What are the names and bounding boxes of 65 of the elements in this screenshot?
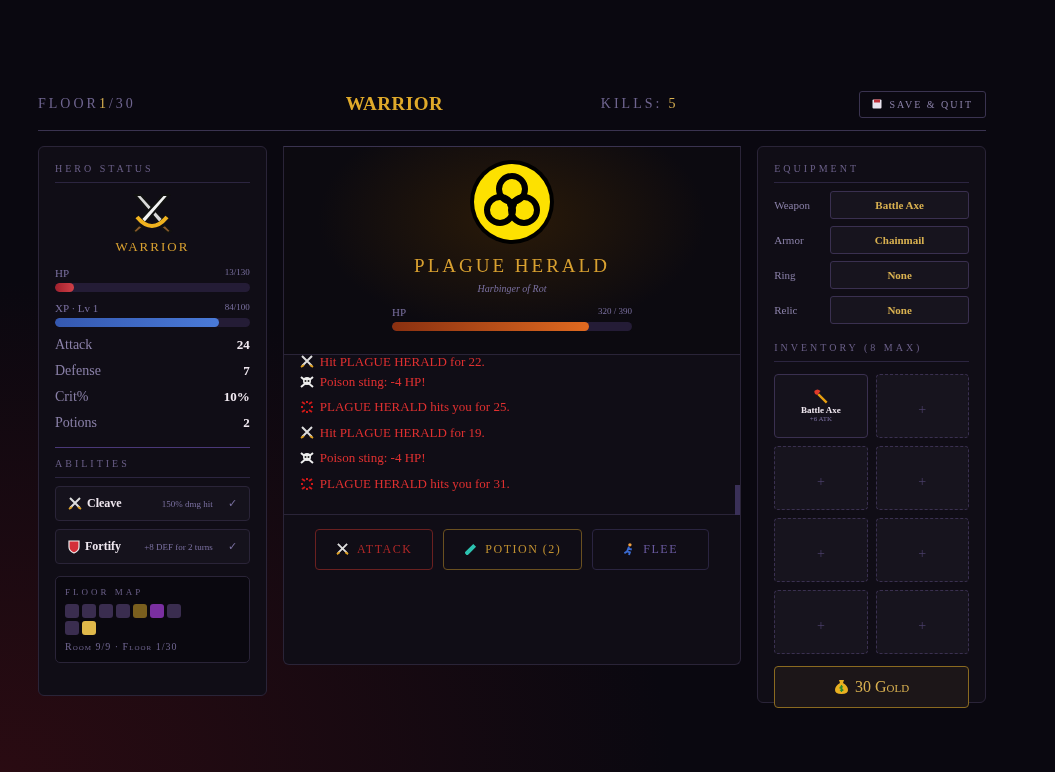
floor-label: FLOOR (38, 96, 99, 111)
map-caption: Room 9/9 · Floor 1/30 (65, 641, 179, 652)
kills-count: 5 (668, 96, 679, 111)
flee-button[interactable]: FLEE (592, 529, 709, 570)
bar-label: XP · Lv 1 (55, 302, 99, 314)
floppy-icon (871, 99, 882, 109)
floor-number: 1 (98, 96, 109, 111)
crossed-swords-icon (335, 543, 349, 556)
log-entry: Poison sting: -4 HP! (319, 373, 426, 390)
stat-label: Defense (55, 363, 101, 379)
floor-total: /30 (108, 96, 136, 111)
money-bag-icon (834, 679, 849, 695)
enemy-name: PLAGUE HERALD (414, 255, 610, 277)
vial-icon (464, 543, 478, 556)
equipment-slot[interactable]: Battle Axe (830, 191, 969, 219)
stat-value: 24 (236, 337, 250, 353)
hero-class: WARRIOR (114, 239, 191, 255)
equipment-slot[interactable]: None (830, 296, 969, 324)
crossed-swords-icon (68, 496, 82, 511)
bar-reading: 320 / 390 (597, 306, 632, 318)
log-entry: PLAGUE HERALD hits you for 25. (319, 399, 510, 416)
enemy-subtitle: Harbinger of Rot (477, 283, 547, 294)
log-entry: Poison sting: -4 HP! (319, 450, 426, 467)
stat-label: Attack (55, 337, 93, 353)
money-button[interactable]: 30 Gold (774, 666, 969, 708)
section-heading: HERO STATUS (55, 163, 250, 183)
log-entry: Hit PLAGUE HERALD for 22. (319, 354, 485, 370)
bar-label: HP (55, 267, 70, 279)
slot-label: Weapon (774, 199, 811, 211)
stat-value: 7 (243, 363, 250, 379)
axe-icon (812, 388, 830, 406)
section-heading: ABILITIES (55, 458, 250, 478)
save-quit-button[interactable]: SAVE & QUIT (858, 90, 986, 118)
stat-label: Crit% (55, 389, 89, 405)
equipment-slot[interactable]: None (830, 261, 969, 289)
kills-label: KILLS: (600, 96, 663, 111)
skull-icon (299, 451, 314, 466)
game-title: WARRIOR (345, 93, 444, 115)
potion-button[interactable]: POTION (2) (443, 529, 583, 570)
map-heading: FLOOR MAP (65, 587, 145, 599)
equipment-slot[interactable]: Chainmail (830, 226, 969, 254)
burst-icon (299, 400, 314, 415)
ability-button[interactable]: Cleave 150% dmg hit ✓ (55, 486, 250, 521)
skull-icon (299, 374, 314, 389)
slot-label: Ring (774, 269, 797, 281)
bar-reading: 84/100 (224, 302, 250, 314)
scrollbar[interactable] (735, 485, 741, 515)
section-heading: INVENTORY (8 MAX) (774, 342, 969, 362)
stat-value: 10% (223, 389, 250, 405)
stat-value: 2 (243, 415, 250, 431)
attack-button[interactable]: ATTACK (314, 529, 434, 570)
burst-icon (299, 476, 314, 491)
item-name: Battle Axe (801, 406, 841, 417)
slot-label: Relic (774, 304, 799, 316)
section-heading: EQUIPMENT (774, 163, 969, 183)
ability-button[interactable]: Fortify +8 DEF for 2 turns ✓ (55, 529, 250, 564)
slot-label: Armor (774, 234, 805, 246)
bar-label: HP (392, 306, 407, 318)
log-entry: Hit PLAGUE HERALD for 19. (319, 424, 485, 441)
crossed-swords-icon (299, 355, 314, 369)
log-entry: PLAGUE HERALD hits you for 31. (319, 475, 510, 492)
shield-icon (68, 539, 80, 554)
bar-reading: 13/130 (224, 267, 250, 279)
crossed-swords-icon (299, 425, 314, 440)
stat-label: Potions (55, 415, 97, 431)
